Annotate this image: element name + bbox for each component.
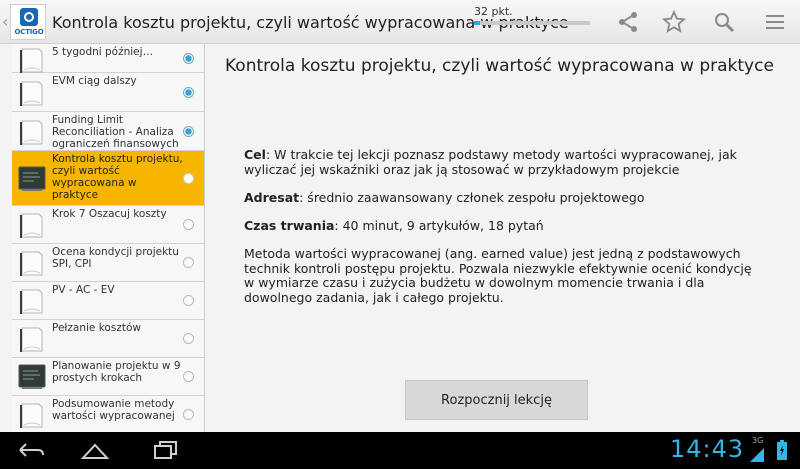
lesson-details: Kontrola kosztu projektu, czyli wartość … — [206, 44, 800, 432]
menu-icon[interactable] — [763, 10, 787, 34]
document-icon — [20, 289, 43, 314]
duration-text: : 40 minut, 9 artykułów, 18 pytań — [334, 218, 544, 233]
audience-paragraph: Adresat: średnio zaawansowany członek ze… — [244, 190, 764, 206]
pending-dot-icon — [183, 173, 194, 184]
search-icon[interactable] — [712, 10, 736, 34]
list-item-label: EVM ciąg dalszy — [52, 75, 137, 87]
chalkboard-icon — [18, 166, 46, 191]
document-icon — [20, 120, 43, 145]
list-item[interactable]: Planowanie projektu w 9 prostych krokach — [12, 358, 204, 396]
document-icon — [20, 81, 43, 106]
pending-dot-icon — [183, 219, 194, 230]
document-icon — [20, 213, 43, 238]
list-item-label: Pełzanie kosztów — [52, 322, 141, 334]
duration-paragraph: Czas trwania: 40 minut, 9 artykułów, 18 … — [244, 218, 764, 234]
completed-dot-icon — [183, 53, 194, 64]
list-item-label: Planowanie projektu w 9 prostych krokach — [52, 360, 181, 384]
list-item[interactable]: Pełzanie kosztów — [12, 320, 204, 358]
document-icon — [20, 327, 43, 352]
app-logo[interactable]: OCTIGO — [10, 4, 46, 40]
system-nav-bar: 14:43 3G — [0, 432, 800, 469]
lesson-title: Kontrola kosztu projektu, czyli wartość … — [225, 56, 774, 76]
pending-dot-icon — [183, 409, 194, 420]
nav-recent-apps-icon[interactable] — [151, 440, 181, 460]
document-icon — [20, 251, 43, 276]
completed-dot-icon — [183, 126, 194, 137]
list-item[interactable]: Podsumowanie metody wartości wypracowane… — [12, 396, 204, 432]
list-item[interactable]: 5 tygodni później… — [12, 44, 204, 73]
list-item[interactable]: Kontrola kosztu projektu, czyli wartość … — [12, 151, 204, 206]
document-icon — [20, 48, 43, 73]
audience-label: Adresat — [244, 190, 300, 205]
list-item[interactable]: Funding Limit Reconciliation - Analiza o… — [12, 112, 204, 151]
star-icon[interactable] — [662, 10, 686, 34]
nav-home-icon[interactable] — [80, 440, 110, 460]
list-item[interactable]: Krok 7 Oszacuj koszty — [12, 206, 204, 244]
lesson-list[interactable]: 5 tygodni później… EVM ciąg dalszy Funding… — [12, 44, 205, 432]
goal-label: Cel — [244, 147, 266, 162]
goal-text: : W trakcie tej lekcji poznasz podstawy … — [244, 147, 737, 177]
nav-back-icon[interactable] — [16, 440, 46, 460]
start-lesson-button[interactable]: Rozpocznij lekcję — [405, 380, 588, 420]
list-item-label: Funding Limit Reconciliation - Analiza o… — [52, 114, 179, 150]
pending-dot-icon — [183, 257, 194, 268]
pending-dot-icon — [183, 295, 194, 306]
goal-paragraph: Cel: W trakcie tej lekcji poznasz podsta… — [244, 147, 764, 177]
signal-icon — [750, 448, 764, 462]
share-icon[interactable] — [616, 10, 640, 34]
list-item-label: Krok 7 Oszacuj koszty — [52, 208, 167, 220]
list-item-label: Ocena kondycji projektu SPI, CPI — [52, 246, 179, 270]
logo-text: OCTIGO — [14, 28, 44, 36]
list-item[interactable]: PV - AC - EV — [12, 282, 204, 320]
back-chevron-icon[interactable]: ‹ — [2, 12, 8, 31]
completed-dot-icon — [183, 87, 194, 98]
audience-text: : średnio zaawansowany członek zespołu p… — [299, 190, 645, 205]
progress-fill — [474, 21, 480, 25]
clock: 14:43 — [670, 435, 745, 463]
points-label: 32 pkt. — [474, 5, 513, 18]
progress-bar — [474, 21, 590, 25]
description-paragraph: Metoda wartości wypracowanej (ang. earne… — [244, 246, 752, 305]
list-item-label: 5 tygodni później… — [52, 46, 154, 58]
pending-dot-icon — [183, 333, 194, 344]
document-icon — [20, 403, 43, 428]
pending-dot-icon — [183, 371, 194, 382]
list-item-label: Podsumowanie metody wartości wypracowane… — [52, 398, 175, 422]
logo-mark-icon — [20, 8, 38, 26]
list-item[interactable]: EVM ciąg dalszy — [12, 73, 204, 112]
network-type: 3G — [752, 436, 764, 445]
chalkboard-icon — [18, 364, 46, 389]
list-item[interactable]: Ocena kondycji projektu SPI, CPI — [12, 244, 204, 282]
battery-icon — [777, 440, 787, 460]
list-item-label: Kontrola kosztu projektu, czyli wartość … — [52, 153, 183, 201]
action-bar: ‹ OCTIGO Kontrola kosztu projektu, czyli… — [0, 0, 800, 44]
list-item-label: PV - AC - EV — [52, 284, 115, 296]
duration-label: Czas trwania — [244, 218, 335, 233]
